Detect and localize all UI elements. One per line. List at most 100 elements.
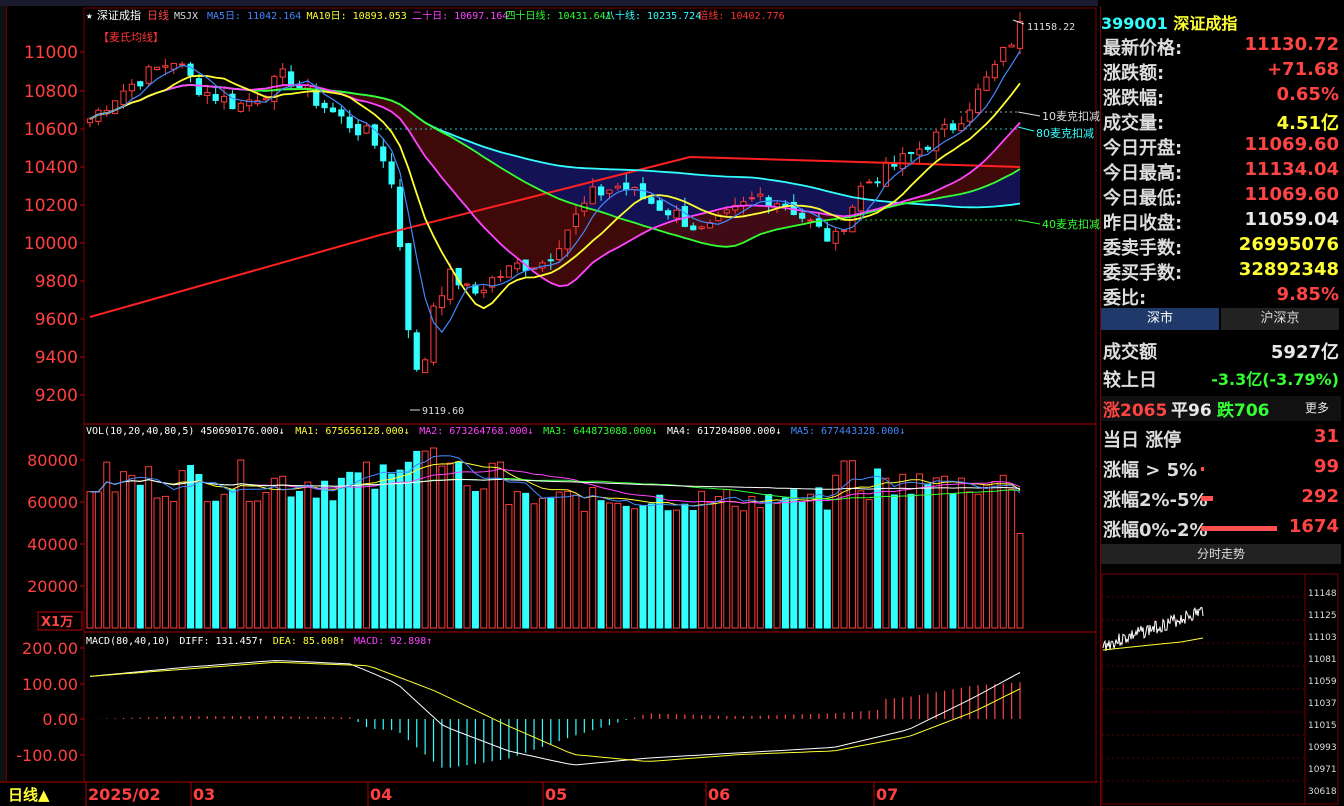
candle-body <box>572 213 580 228</box>
quote-row: 涨跌幅: 0.65% <box>1101 84 1341 109</box>
volume-bar <box>404 461 412 629</box>
candle-body <box>665 210 672 216</box>
quote-row-label: 昨日收盘: <box>1103 213 1183 234</box>
low-annotation: 9119.60 <box>422 406 464 417</box>
legend-item: 倍线: 10402.776 <box>698 9 784 22</box>
volume-bar <box>647 503 655 629</box>
turnover-label: 成交额 <box>1103 342 1157 363</box>
volume-bar <box>857 490 865 629</box>
quote-row-value: 11059.04 <box>1244 209 1339 230</box>
quote-row-value: +71.68 <box>1266 59 1339 80</box>
price-tick: 10800 <box>24 82 78 102</box>
gain25-value: 292 <box>1301 486 1339 507</box>
volume-bar <box>664 510 672 629</box>
more-link[interactable]: 更多 <box>1305 399 1329 416</box>
volume-bar <box>756 507 764 629</box>
star-icon: ★ <box>86 9 93 22</box>
volume-bar <box>580 510 588 629</box>
candle-body <box>866 181 873 184</box>
candle-body <box>824 228 831 242</box>
volume-bar <box>681 503 689 629</box>
volume-bar <box>848 460 856 629</box>
quote-row-label: 委买手数: <box>1103 263 1183 284</box>
volume-bar <box>974 493 982 629</box>
candle-body <box>380 146 387 162</box>
legend-item: MA10日: 10893.053 <box>307 11 407 22</box>
volume-bar <box>731 505 739 629</box>
legend-item: MACD: 92.898↑ <box>354 636 432 647</box>
candle-body <box>556 248 563 260</box>
price-tick: 10200 <box>24 196 78 216</box>
volume-bar <box>957 477 965 629</box>
candle-body <box>463 283 471 286</box>
tab-hushenjing[interactable]: 沪深京 <box>1221 308 1339 330</box>
candle-body <box>396 186 404 248</box>
candle-body <box>480 289 487 294</box>
volume-bar <box>329 500 337 629</box>
quote-row-value: 9.85% <box>1276 284 1339 305</box>
period-switch-button[interactable]: 日线▲ <box>8 786 50 804</box>
quote-row-value: 26995076 <box>1238 234 1339 255</box>
candle-body <box>413 332 420 370</box>
gain25-label: 涨幅2%-5% <box>1103 490 1208 511</box>
intraday-chart[interactable]: 11148 11125 11103 11081 11059 11037 11015 10993… <box>1101 566 1344 806</box>
code-label: MSJX <box>174 11 198 22</box>
turnover-value: 5927亿 <box>1270 342 1339 363</box>
candle-body <box>832 230 839 244</box>
legend-item: MA4: 617204800.000↓ <box>667 426 781 437</box>
candle-body <box>497 276 504 279</box>
legend-item: 二十日: 10697.164 <box>412 9 508 22</box>
volume-bar <box>471 491 479 629</box>
candle-body <box>840 229 848 232</box>
quote-row: 昨日收盘: 11059.04 <box>1101 209 1341 234</box>
volume-bar <box>999 474 1007 629</box>
compare-label: 较上日 <box>1103 370 1157 391</box>
candle-body <box>656 200 663 211</box>
quote-row-value: 32892348 <box>1238 259 1339 280</box>
intraday-tick: 11037 <box>1308 699 1337 709</box>
candle-body <box>187 63 194 76</box>
candle-body <box>673 209 680 219</box>
quote-row: 成交量: 4.51亿 <box>1101 109 1341 134</box>
candle-body <box>422 359 429 374</box>
candle-body <box>807 219 814 222</box>
legend-item: 八十线: 10235.724 <box>605 9 701 22</box>
candle-body <box>279 68 286 78</box>
quote-row: 委买手数: 32892348 <box>1101 259 1341 284</box>
candle-body <box>438 295 445 309</box>
candle-body <box>1016 21 1024 49</box>
gain5-value: 99 <box>1313 456 1339 477</box>
price-tick: 10000 <box>24 234 78 254</box>
volume-bar <box>379 464 387 629</box>
intraday-title[interactable]: 分时走势 <box>1101 544 1341 564</box>
quote-row: 委比: 9.85% <box>1101 284 1341 309</box>
tab-shenshi[interactable]: 深市 <box>1101 308 1219 330</box>
macd-diff-line <box>89 660 1021 766</box>
candle-body <box>388 161 395 185</box>
volume-tick: 80000 <box>27 451 78 470</box>
quote-row-label: 今日开盘: <box>1103 138 1183 159</box>
volume-bar <box>823 509 831 629</box>
volume-bar <box>706 501 714 629</box>
kline-chart[interactable]: 11000 10800 10600 10400 10200 10000 9800 9600 94… <box>0 0 1100 806</box>
candle-body <box>949 123 957 131</box>
candle-body <box>723 209 730 214</box>
volume-bar <box>631 508 639 629</box>
volume-bar <box>605 502 613 629</box>
volume-bar <box>304 481 312 629</box>
volume-bar <box>807 493 815 629</box>
index-title: 深证成指 <box>97 8 141 22</box>
volume-bar <box>723 489 731 629</box>
volume-bar <box>798 502 806 629</box>
legend-item: MA5: 677443328.000↓ <box>791 426 905 437</box>
volume-bar <box>538 497 546 629</box>
volume-bar <box>639 505 647 629</box>
candle-body <box>799 212 806 219</box>
volume-bar <box>220 493 228 629</box>
price-tick: 10600 <box>24 120 78 140</box>
candle-body <box>924 146 931 150</box>
quote-row-value: 11069.60 <box>1244 184 1339 205</box>
candle-body <box>296 85 303 88</box>
price-tick: 10400 <box>24 158 78 178</box>
kou80-annotation: 80麦克扣减 <box>1036 126 1094 140</box>
